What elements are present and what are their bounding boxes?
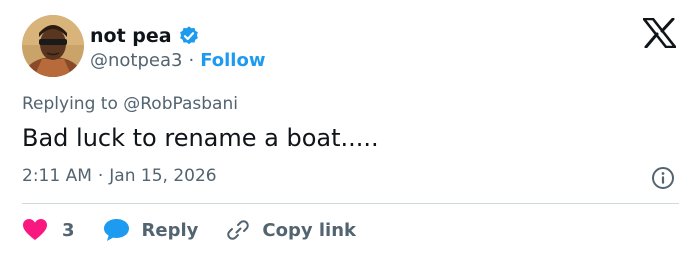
speech-bubble-icon — [103, 219, 129, 241]
heart-icon — [23, 219, 47, 240]
reply-label: Reply — [141, 219, 199, 241]
copy-link-label: Copy link — [262, 219, 356, 241]
tweet-timestamp[interactable]: 2:11 AM · Jan 15, 2026 — [22, 166, 217, 186]
author-name-row: not pea — [90, 23, 200, 49]
divider — [22, 203, 679, 204]
link-icon — [227, 220, 250, 240]
handle-separator: · — [188, 49, 195, 71]
reply-mention-link[interactable]: @RobPasbani — [123, 94, 238, 114]
author-handle[interactable]: @notpea3 — [90, 50, 182, 71]
action-bar: 3 Reply Copy link — [22, 214, 356, 246]
avatar[interactable] — [22, 15, 84, 77]
x-logo-icon[interactable] — [643, 18, 676, 48]
reply-button[interactable]: Reply — [103, 218, 199, 242]
follow-button[interactable]: Follow — [200, 50, 265, 71]
tweet-time: 2:11 AM — [22, 166, 92, 186]
tweet-embed-card: not pea @notpea3 · Follow Replying to @R… — [0, 0, 700, 256]
author-handle-row: @notpea3 · Follow — [90, 48, 265, 72]
like-count: 3 — [62, 219, 75, 241]
info-icon[interactable] — [651, 166, 675, 190]
reply-context: Replying to @RobPasbani — [22, 94, 238, 114]
avatar-image — [22, 15, 84, 77]
like-button[interactable]: 3 — [22, 218, 75, 242]
verified-badge-icon — [179, 26, 198, 45]
copy-link-button[interactable]: Copy link — [226, 218, 356, 242]
tweet-date: Jan 15, 2026 — [109, 166, 217, 186]
author-display-name[interactable]: not pea — [90, 25, 172, 47]
tweet-text: Bad luck to rename a boat..... — [22, 124, 379, 152]
reply-prefix: Replying to — [22, 94, 118, 114]
timestamp-separator: · — [97, 166, 104, 186]
